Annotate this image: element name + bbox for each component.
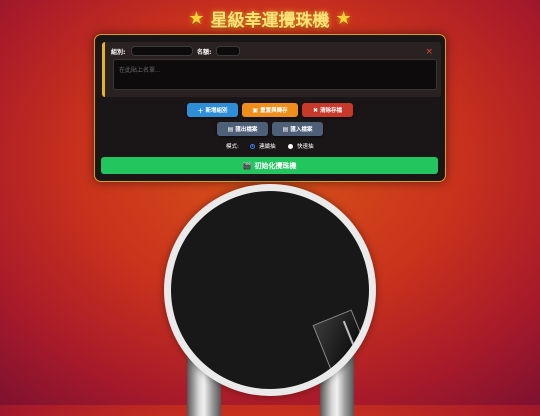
control-panel: 組別: 名額: × 在此貼上名單... ＋ 新增組別 ▣ 重置與轉存 ✖ 清除存…	[94, 34, 446, 182]
mode-option-quick: 快速抽	[297, 144, 314, 150]
init-machine-button[interactable]: 🎬 初始化攪珠機	[101, 157, 438, 174]
group-name-input[interactable]	[131, 46, 193, 56]
trash-icon: ✖	[312, 106, 318, 114]
lottery-globe	[164, 184, 376, 396]
clear-save-button[interactable]: ✖ 清除存檔	[302, 103, 353, 117]
globe-chamber	[171, 191, 369, 389]
import-button[interactable]: ▤ 匯入檔案	[272, 122, 323, 136]
mode-label: 模式:	[226, 144, 239, 150]
group-card: 組別: 名額: × 在此貼上名單...	[102, 42, 441, 97]
import-icon: ▤	[282, 125, 289, 133]
mode-option-continuous: 連續抽	[259, 144, 276, 150]
star-icon: ★	[335, 7, 352, 29]
clapper-icon: 🎬	[242, 161, 252, 170]
ball-chute	[312, 309, 369, 385]
add-group-button[interactable]: ＋ 新增組別	[187, 103, 238, 117]
export-icon: ▤	[227, 125, 234, 133]
star-icon: ★	[188, 7, 205, 29]
save-icon: ▣	[252, 106, 259, 114]
name-list-textarea[interactable]: 在此貼上名單...	[113, 59, 437, 90]
group-label: 組別:	[111, 49, 126, 56]
close-group-button[interactable]: ×	[425, 47, 433, 57]
quota-input[interactable]	[216, 46, 240, 56]
app-title: 星級幸運攪珠機	[210, 10, 330, 31]
app-title-bar: ★ 星級幸運攪珠機 ★	[0, 5, 540, 31]
plus-icon: ＋	[197, 107, 204, 115]
mode-radio-continuous[interactable]	[250, 143, 255, 149]
quota-label: 名額:	[197, 49, 212, 56]
reset-save-button[interactable]: ▣ 重置與轉存	[242, 103, 298, 117]
mode-selector: 模式: 連續抽 快速抽	[95, 142, 445, 152]
mode-radio-quick[interactable]	[288, 143, 293, 149]
export-button[interactable]: ▤ 匯出檔案	[217, 122, 268, 136]
